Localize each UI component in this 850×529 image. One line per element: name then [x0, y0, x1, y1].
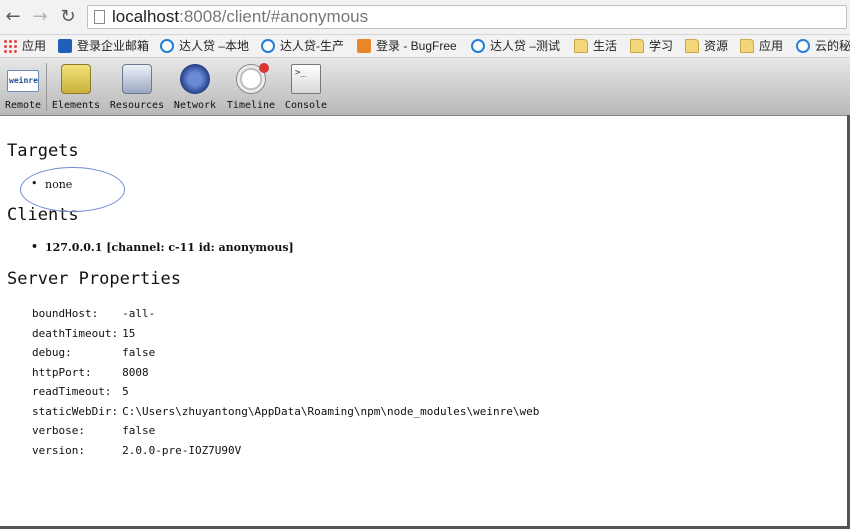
folder-icon: [740, 39, 754, 53]
bookmark-label: 登录企业邮箱: [77, 39, 150, 53]
bookmark-label: 应用: [759, 39, 784, 53]
client-item[interactable]: 127.0.0.1 [channel: c-11 id: anonymous]: [31, 240, 294, 254]
site-icon: [471, 39, 485, 53]
bugfree-icon: [357, 39, 371, 53]
url-host: localhost: [112, 7, 180, 26]
folder-icon: [685, 39, 699, 53]
property-key: readTimeout:: [32, 385, 112, 399]
weinre-toolbar: Remote Elements Resources Network Timeli…: [0, 58, 850, 116]
bookmarks-bar: 应用 登录企业邮箱 达人贷 –本地 达人贷-生产 登录 - BugFree 达人…: [0, 35, 850, 58]
table-row: httpPort: 8008: [32, 363, 539, 383]
address-bar[interactable]: localhost:8008/client/#anonymous: [87, 5, 847, 29]
server-properties-heading: Server Properties: [7, 269, 181, 289]
folder-icon: [630, 39, 644, 53]
url-text[interactable]: localhost:8008/client/#anonymous: [112, 7, 368, 27]
bookmark-darendai-prod[interactable]: 达人贷-生产: [261, 37, 344, 55]
bookmark-cloud[interactable]: 云的秘: [796, 37, 850, 55]
property-key: staticWebDir:: [32, 404, 119, 418]
resources-icon: [122, 64, 152, 94]
property-key: boundHost:: [32, 307, 99, 321]
elements-icon: [61, 64, 91, 94]
forward-icon[interactable]: →: [29, 6, 51, 28]
annotation-circle: [20, 167, 125, 212]
bookmark-label: 达人贷 –本地: [179, 39, 250, 53]
bookmark-darendai-local[interactable]: 达人贷 –本地: [160, 37, 249, 55]
site-icon: [160, 39, 174, 53]
bookmark-label: 学习: [649, 39, 674, 53]
property-value: 15: [122, 326, 136, 340]
table-row: deathTimeout: 15: [32, 324, 539, 344]
bookmark-enterprise-mail[interactable]: 登录企业邮箱: [58, 37, 149, 55]
toolbar-divider: [46, 63, 47, 111]
table-row: staticWebDir: C:\Users\zhuyantong\AppData…: [32, 402, 539, 422]
toolbar-label: Network: [173, 100, 217, 111]
server-properties-table: boundHost: -all- deathTimeout: 15 debug: fa…: [32, 304, 539, 460]
toolbar-remote[interactable]: Remote: [3, 61, 43, 113]
bookmark-folder-life[interactable]: 生活: [574, 37, 617, 55]
property-value: 5: [122, 385, 129, 399]
cloud-icon: [796, 39, 810, 53]
property-key: httpPort:: [32, 365, 92, 379]
property-key: verbose:: [32, 424, 85, 438]
bookmark-folder-study[interactable]: 学习: [630, 37, 673, 55]
property-value: C:\Users\zhuyantong\AppData\Roaming\npm\…: [122, 404, 540, 418]
toolbar-network[interactable]: Network: [172, 61, 218, 113]
table-row: verbose: false: [32, 421, 539, 441]
back-icon[interactable]: ←: [2, 6, 24, 28]
browser-toolbar: ← → ↻ localhost:8008/client/#anonymous: [0, 0, 850, 35]
toolbar-label: Console: [284, 100, 328, 111]
network-icon: [180, 64, 210, 94]
property-key: debug:: [32, 346, 72, 360]
property-key: deathTimeout:: [32, 326, 119, 340]
clients-list: 127.0.0.1 [channel: c-11 id: anonymous]: [31, 240, 294, 254]
bookmark-folder-resources[interactable]: 资源: [685, 37, 728, 55]
bookmark-bugfree[interactable]: 登录 - BugFree: [357, 37, 457, 55]
toolbar-label: Timeline: [226, 100, 276, 111]
property-value: false: [122, 346, 156, 360]
mail-icon: [58, 39, 72, 53]
toolbar-label: Remote: [4, 100, 42, 111]
toolbar-resources[interactable]: Resources: [109, 61, 165, 113]
property-value: false: [122, 424, 156, 438]
bookmark-label: 云的秘: [815, 39, 850, 53]
reload-icon[interactable]: ↻: [57, 6, 79, 28]
property-value: 2.0.0-pre-IOZ7U90V: [122, 443, 242, 457]
bookmark-label: 达人贷-生产: [280, 39, 344, 53]
toolbar-elements[interactable]: Elements: [51, 61, 101, 113]
bookmark-folder-apps[interactable]: 应用: [740, 37, 783, 55]
table-row: boundHost: -all-: [32, 304, 539, 324]
bookmark-label: 资源: [704, 39, 729, 53]
table-row: debug: false: [32, 343, 539, 363]
table-row: version: 2.0.0-pre-IOZ7U90V: [32, 441, 539, 461]
toolbar-label: Elements: [51, 100, 101, 111]
bookmark-label: 应用: [22, 39, 47, 53]
property-value: -all-: [122, 307, 156, 321]
site-icon: [261, 39, 275, 53]
weinre-icon: [7, 70, 39, 92]
page-icon: [94, 10, 105, 24]
property-value: 8008: [122, 365, 149, 379]
bookmark-label: 登录 - BugFree: [376, 39, 457, 53]
toolbar-timeline[interactable]: Timeline: [226, 61, 276, 113]
folder-icon: [574, 39, 588, 53]
bookmark-darendai-test[interactable]: 达人贷 –测试: [471, 37, 560, 55]
toolbar-label: Resources: [109, 100, 165, 111]
property-key: version:: [32, 443, 85, 457]
timeline-icon: [236, 63, 269, 94]
table-row: readTimeout: 5: [32, 382, 539, 402]
bookmark-label: 达人贷 –测试: [490, 39, 561, 53]
url-path: :8008/client/#anonymous: [179, 7, 369, 26]
bookmark-apps[interactable]: 应用: [3, 37, 46, 55]
apps-icon: [3, 39, 17, 53]
toolbar-console[interactable]: Console: [284, 61, 328, 113]
bookmark-label: 生活: [593, 39, 618, 53]
targets-heading: Targets: [7, 141, 79, 161]
console-icon: [291, 64, 321, 94]
